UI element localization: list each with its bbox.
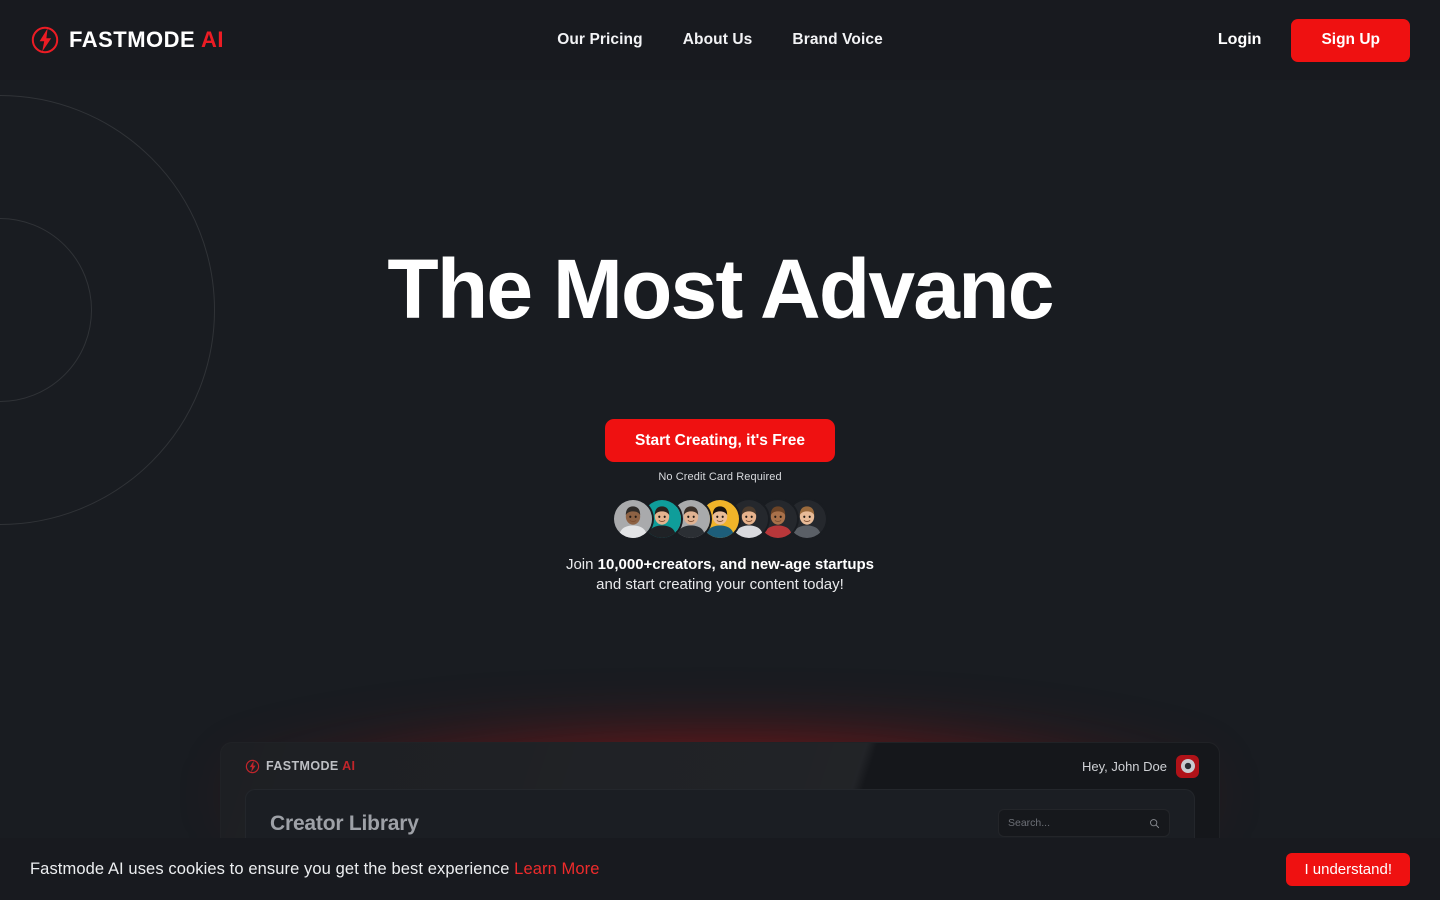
start-creating-button[interactable]: Start Creating, it's Free bbox=[605, 419, 835, 462]
no-credit-card-note: No Credit Card Required bbox=[658, 471, 782, 483]
cookie-consent-banner: Fastmode AI uses cookies to ensure you g… bbox=[0, 838, 1440, 900]
signup-button[interactable]: Sign Up bbox=[1291, 18, 1410, 62]
preview-brand-logo: FASTMODE AI bbox=[245, 759, 355, 774]
nav-item-about-us[interactable]: About Us bbox=[683, 31, 753, 49]
cookie-message-text: Fastmode AI uses cookies to ensure you g… bbox=[30, 859, 515, 878]
social-proof-text: Join 10,000+creators, and new-age startu… bbox=[0, 555, 1440, 596]
preview-brand-accent: AI bbox=[342, 759, 356, 773]
nav-item-brand-voice[interactable]: Brand Voice bbox=[792, 31, 882, 49]
avatar-image bbox=[1180, 759, 1195, 773]
preview-page-title: Creator Library bbox=[270, 812, 419, 835]
brand-name-accent: AI bbox=[201, 27, 225, 52]
preview-lightning-bolt-circle-icon bbox=[245, 759, 260, 773]
social-proof-prefix: Join bbox=[565, 556, 598, 573]
avatar bbox=[614, 500, 652, 538]
search-placeholder: Search... bbox=[1008, 817, 1051, 829]
login-link[interactable]: Login bbox=[1218, 31, 1262, 49]
hero-cta-block: Start Creating, it's Free No Credit Card… bbox=[0, 419, 1440, 596]
search-input[interactable]: Search... bbox=[998, 809, 1170, 837]
preview-brand-name: FASTMODE AI bbox=[266, 759, 355, 773]
brand-logo[interactable]: FASTMODE AI bbox=[30, 25, 224, 55]
social-proof-line2: and start creating your content today! bbox=[596, 576, 844, 594]
hero-section: The Most Advanc bbox=[0, 80, 1440, 334]
brand-name: FASTMODE AI bbox=[69, 27, 224, 53]
preview-user-block[interactable]: Hey, John Doe bbox=[1081, 754, 1199, 778]
preview-greeting: Hey, John Doe bbox=[1081, 758, 1167, 774]
site-header: FASTMODE AI Our Pricing About Us Brand V… bbox=[0, 0, 1440, 80]
lightning-bolt-circle-icon bbox=[31, 26, 59, 54]
preview-brand-main: FASTMODE bbox=[266, 759, 339, 773]
search-icon bbox=[1150, 818, 1160, 828]
header-actions: Login Sign Up bbox=[1218, 18, 1410, 62]
nav-item-our-pricing[interactable]: Our Pricing bbox=[557, 31, 643, 49]
main-navigation: Our Pricing About Us Brand Voice bbox=[557, 31, 883, 49]
brand-name-main: FASTMODE bbox=[69, 27, 196, 52]
social-proof-count: 10,000+creators, and new-age startups bbox=[597, 556, 875, 573]
avatar[interactable] bbox=[1176, 754, 1199, 778]
cookie-accept-button[interactable]: I understand! bbox=[1286, 852, 1410, 886]
cookie-learn-more-link[interactable]: Learn More bbox=[514, 860, 599, 878]
creator-avatar-group bbox=[0, 500, 1440, 538]
preview-topbar: FASTMODE AI Hey, John Doe bbox=[221, 743, 1219, 789]
avatar-image bbox=[614, 500, 652, 538]
page-title: The Most Advanc bbox=[387, 242, 1054, 336]
page-root: FASTMODE AI Our Pricing About Us Brand V… bbox=[0, 0, 1440, 900]
cookie-message: Fastmode AI uses cookies to ensure you g… bbox=[30, 860, 600, 879]
